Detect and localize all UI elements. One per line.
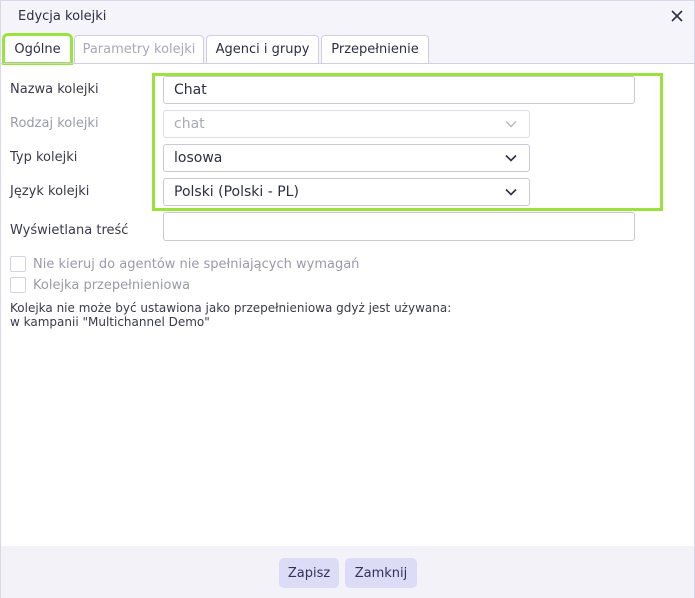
overflow-note: Kolejka nie może być ustawiona jako prze… (10, 301, 452, 329)
tab-general[interactable]: Ogólne (2, 33, 73, 65)
queue-edit-dialog: Edycja kolejki Ogólne Parametry kolejki … (0, 0, 695, 598)
dialog-footer: Zapisz Zamknij (1, 546, 694, 598)
save-button[interactable]: Zapisz (279, 558, 339, 588)
overflow-queue-checkbox-row[interactable]: Kolejka przepełnieniowa (10, 277, 190, 293)
chevron-down-icon (505, 154, 517, 162)
checkbox[interactable] (10, 277, 26, 293)
chevron-down-icon (505, 188, 517, 196)
chevron-down-icon (505, 121, 517, 128)
tab-agents-groups[interactable]: Agenci i grupy (206, 35, 319, 63)
close-icon[interactable] (668, 7, 686, 25)
queue-type-label: Typ kolejki (10, 150, 78, 165)
no-route-unqualified-checkbox-row[interactable]: Nie kieruj do agentów nie spełniających … (10, 256, 359, 272)
tab-bar: Ogólne Parametry kolejki Agenci i grupy … (1, 33, 694, 65)
queue-type-select[interactable]: losowa (163, 144, 530, 172)
queue-name-label: Nazwa kolejki (10, 82, 99, 97)
display-content-input[interactable] (163, 212, 635, 241)
queue-kind-select[interactable]: chat (163, 110, 530, 138)
tab-queue-parameters[interactable]: Parametry kolejki (74, 35, 204, 63)
tab-overflow[interactable]: Przepełnienie (321, 35, 429, 63)
divider (1, 63, 694, 64)
queue-language-select[interactable]: Polski (Polski - PL) (163, 178, 530, 206)
queue-kind-label: Rodzaj kolejki (10, 116, 99, 131)
display-content-label: Wyświetlana treść (10, 223, 129, 238)
dialog-titlebar: Edycja kolejki (1, 1, 694, 33)
close-button[interactable]: Zamknij (345, 558, 417, 588)
queue-language-label: Język kolejki (10, 184, 90, 199)
dialog-title: Edycja kolejki (18, 9, 107, 24)
checkbox[interactable] (10, 256, 26, 272)
queue-name-input[interactable]: Chat (163, 76, 635, 104)
